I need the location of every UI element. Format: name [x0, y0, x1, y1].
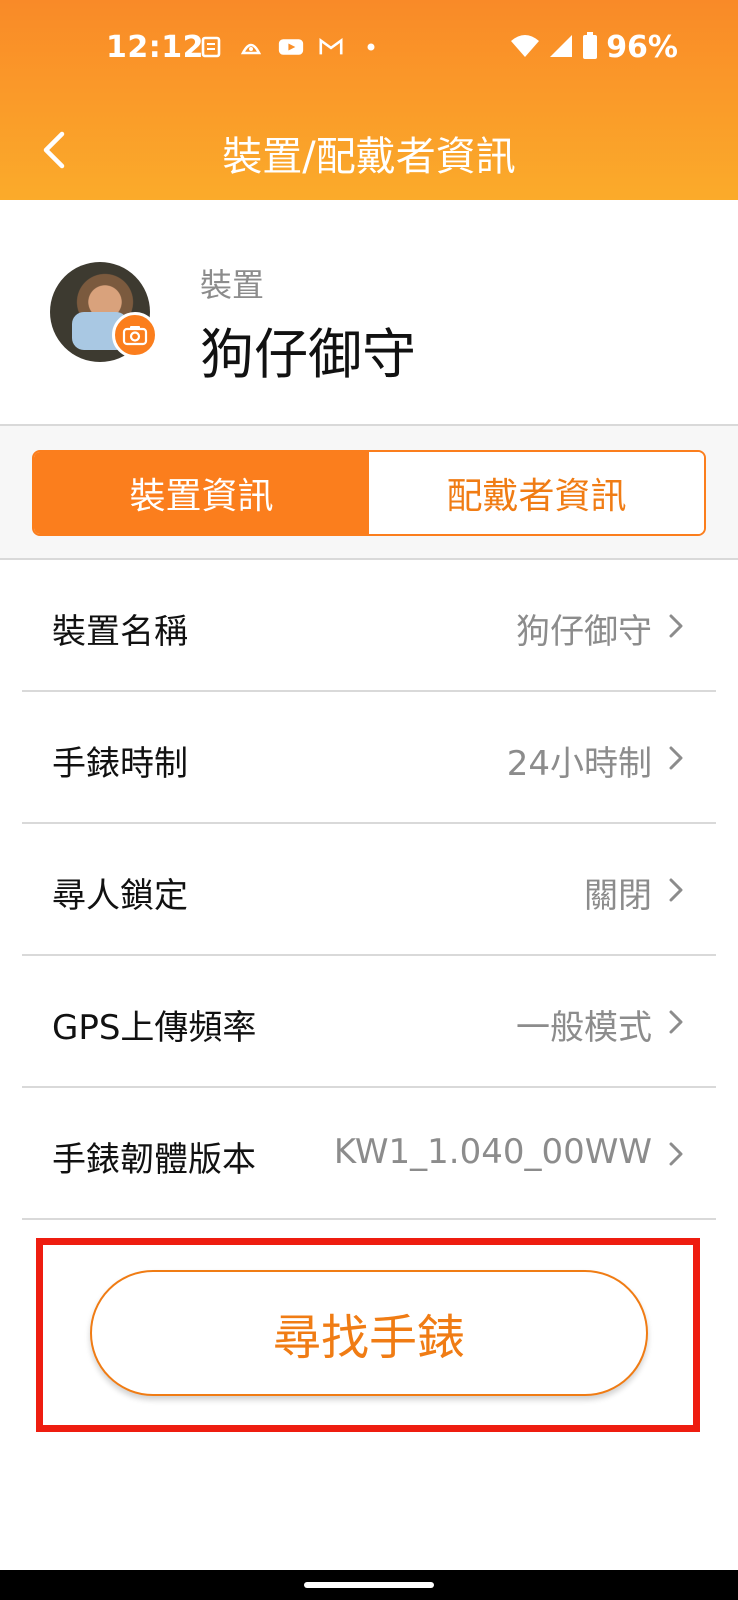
- navigation-bar: [0, 1570, 738, 1600]
- battery-percentage: 96%: [606, 30, 678, 65]
- profile-name: 狗仔御守: [200, 323, 416, 386]
- settings-list: 裝置名稱 狗仔御守 手錶時制 24小時制 尋人鎖定 關閉 GPS上傳頻率 一般模…: [0, 560, 738, 1220]
- dot-icon: [358, 34, 384, 60]
- app-header: 12:12 96% 裝置/配戴者資訊: [0, 0, 738, 200]
- document-icon: [198, 34, 224, 60]
- chevron-right-icon: [669, 1010, 683, 1034]
- row-value: 關閉: [584, 876, 652, 916]
- row-label: GPS上傳頻率: [52, 1008, 257, 1048]
- battery-icon: [582, 31, 598, 64]
- row-gps-upload-frequency[interactable]: GPS上傳頻率 一般模式: [22, 956, 716, 1088]
- tab-bar-container: 裝置資訊 配戴者資訊: [0, 426, 738, 560]
- system-icons: 96%: [510, 30, 678, 65]
- row-value: KW1_1.040_00WW: [333, 1132, 652, 1172]
- gmail-icon: [318, 34, 344, 60]
- notification-icons: [198, 34, 384, 60]
- tab-wearer-info[interactable]: 配戴者資訊: [369, 452, 704, 534]
- find-watch-button[interactable]: 尋找手錶: [90, 1270, 648, 1396]
- status-time: 12:12: [106, 30, 204, 65]
- segmented-tabs: 裝置資訊 配戴者資訊: [32, 450, 706, 536]
- row-label: 手錶時制: [52, 744, 188, 784]
- row-value: 一般模式: [516, 1008, 652, 1048]
- row-label: 手錶韌體版本: [52, 1140, 256, 1180]
- chevron-right-icon: [669, 614, 683, 638]
- row-person-lock[interactable]: 尋人鎖定 關閉: [22, 824, 716, 956]
- chevron-right-icon: [669, 746, 683, 770]
- youtube-icon: [278, 34, 304, 60]
- app-icon: [238, 34, 264, 60]
- signal-icon: [548, 33, 574, 63]
- row-value: 狗仔御守: [516, 612, 652, 652]
- camera-icon: [122, 326, 148, 346]
- tab-device-info[interactable]: 裝置資訊: [34, 452, 369, 534]
- row-device-name[interactable]: 裝置名稱 狗仔御守: [22, 560, 716, 692]
- change-photo-button[interactable]: [112, 312, 158, 358]
- profile-subtitle: 裝置: [200, 266, 265, 304]
- row-label: 裝置名稱: [52, 612, 188, 652]
- row-value: 24小時制: [506, 744, 652, 784]
- status-bar: 12:12 96%: [0, 0, 738, 100]
- chevron-right-icon: [669, 1142, 683, 1166]
- row-label: 尋人鎖定: [52, 876, 188, 916]
- wifi-icon: [510, 33, 540, 63]
- page-title: 裝置/配戴者資訊: [222, 134, 516, 180]
- row-firmware-version[interactable]: 手錶韌體版本 KW1_1.040_00WW: [22, 1088, 716, 1220]
- chevron-right-icon: [669, 878, 683, 902]
- row-watch-time-format[interactable]: 手錶時制 24小時制: [22, 692, 716, 824]
- device-profile: 裝置 狗仔御守: [0, 200, 738, 426]
- home-gesture-handle[interactable]: [304, 1582, 434, 1588]
